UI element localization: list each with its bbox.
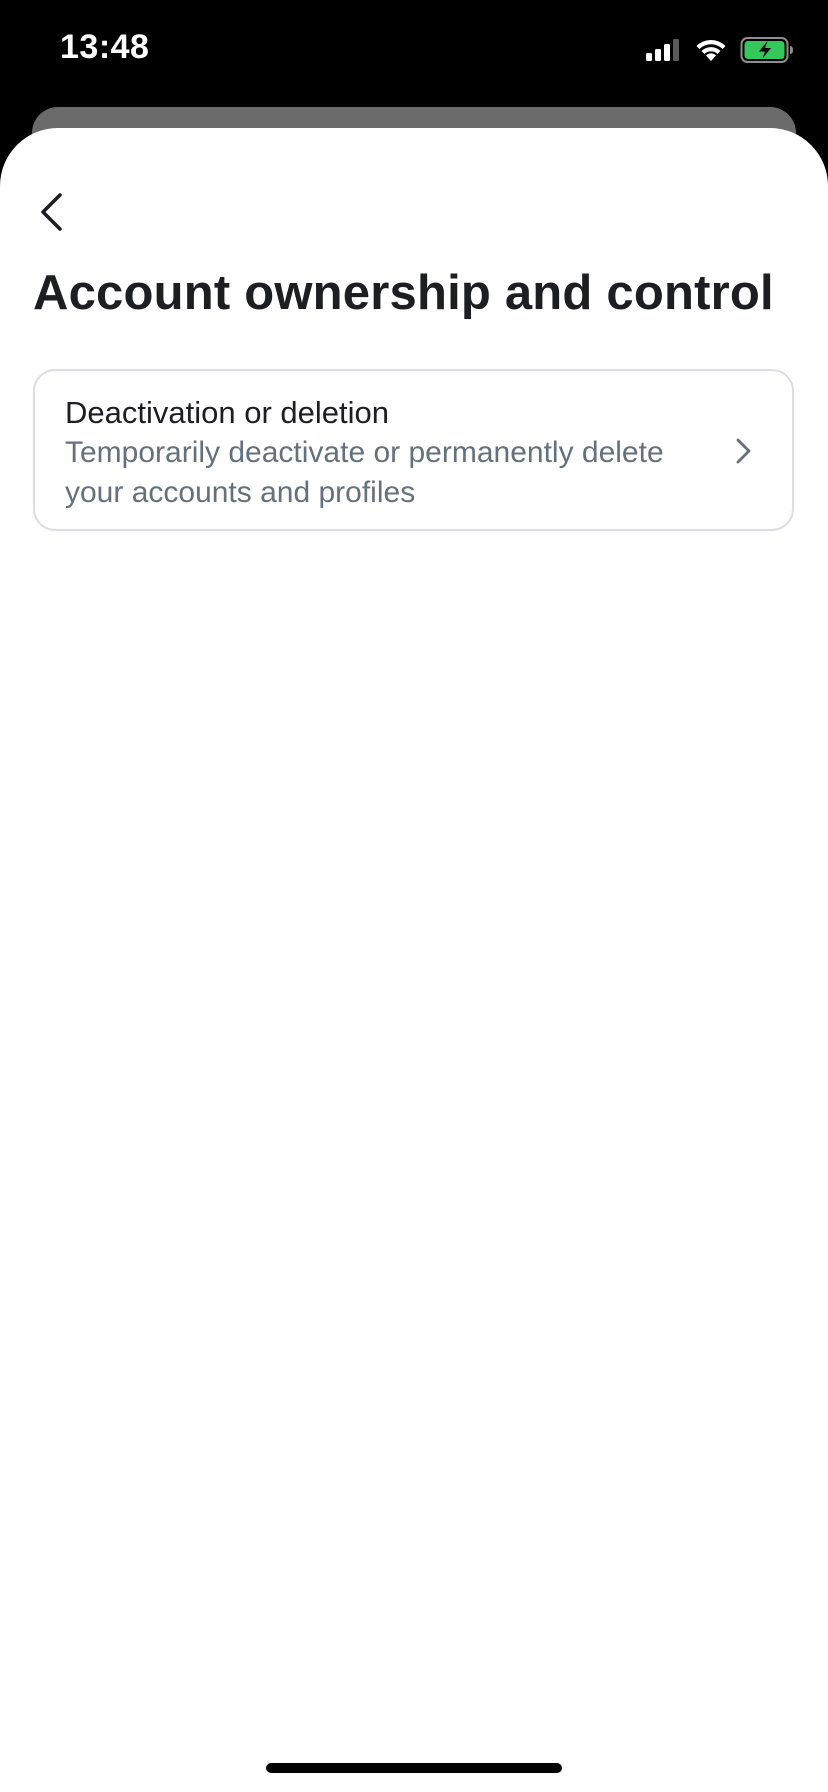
status-icons [646, 36, 794, 64]
cellular-signal-icon [646, 38, 682, 62]
status-time: 13:48 [60, 28, 150, 66]
deactivation-deletion-option[interactable]: Deactivation or deletion Temporarily dea… [33, 369, 794, 531]
back-button[interactable] [30, 188, 74, 240]
option-title: Deactivation or deletion [65, 395, 389, 430]
battery-charging-icon [740, 36, 794, 64]
status-bar: 13:48 [0, 0, 828, 100]
option-description: Temporarily deactivate or permanently de… [65, 436, 664, 509]
chevron-left-icon [38, 192, 66, 237]
home-indicator [266, 1763, 562, 1773]
chevron-right-icon [734, 437, 754, 465]
wifi-icon [694, 37, 728, 63]
page-title: Account ownership and control [33, 266, 774, 320]
settings-sheet: Account ownership and control Deactivati… [0, 128, 828, 1792]
screen: 13:48 Account ownership and control Deac… [0, 0, 828, 1792]
